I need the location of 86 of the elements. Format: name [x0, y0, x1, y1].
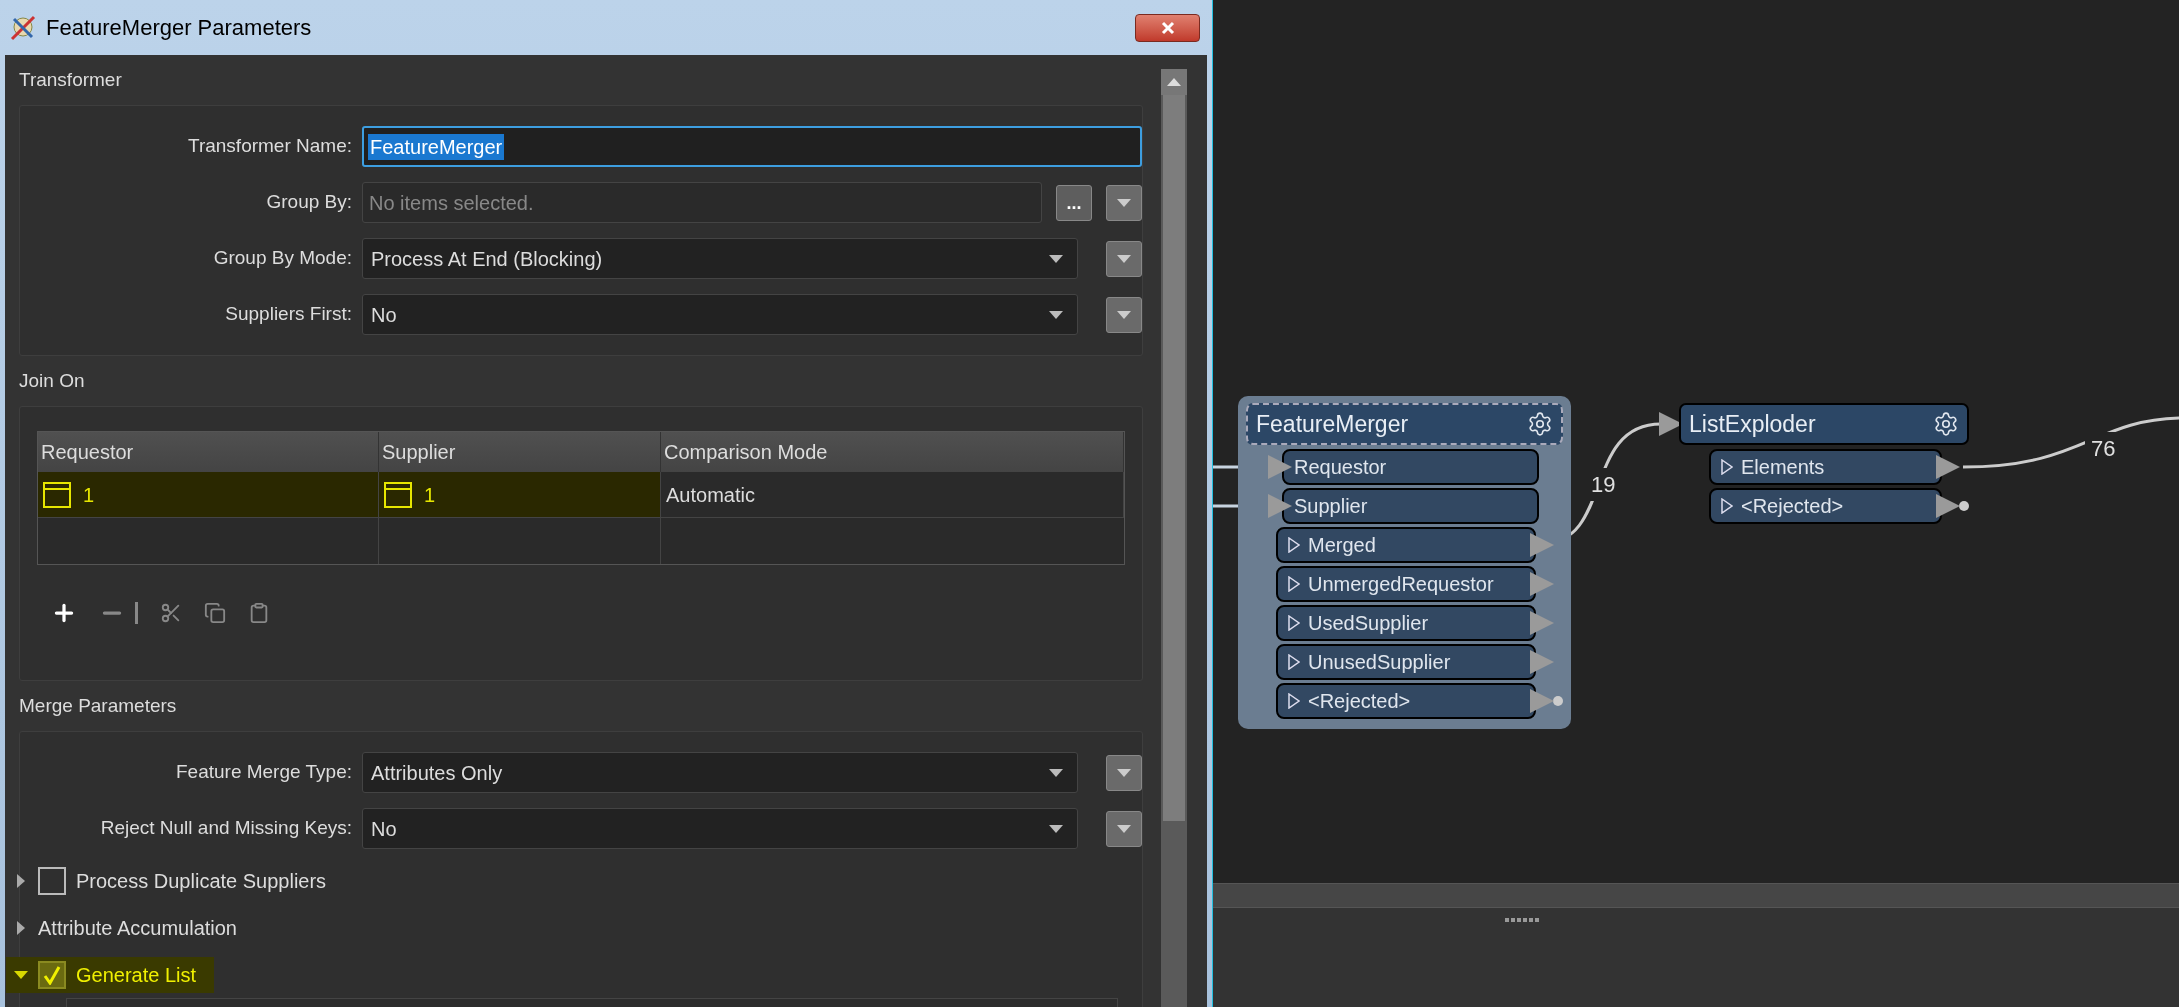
output-port[interactable]: <Rejected> [1709, 488, 1942, 524]
field-label: Transformer Name: [187, 134, 353, 159]
attribute-icon [384, 481, 412, 508]
output-port-arrow-icon [1530, 650, 1554, 674]
output-port[interactable]: Elements [1709, 449, 1942, 485]
collapsible-group-header[interactable]: Process Duplicate Suppliers [6, 862, 345, 899]
options-dropdown-button[interactable] [1106, 754, 1142, 791]
section-title: Merge Parameters [19, 693, 177, 718]
settings-icon[interactable] [1933, 411, 1959, 437]
input-port[interactable]: Supplier [1282, 488, 1539, 524]
play-outline-icon [1288, 537, 1300, 553]
dropdown-field[interactable]: No [362, 808, 1078, 849]
dropdown-caret-icon [1049, 310, 1063, 319]
field-label: Group By: [265, 190, 353, 215]
play-outline-icon [1288, 576, 1300, 592]
input-port-arrow-icon [1268, 455, 1292, 479]
input-port-arrow-icon [1268, 494, 1292, 518]
close-icon [1160, 20, 1175, 35]
options-dropdown-button[interactable] [1106, 240, 1142, 277]
column-header[interactable]: Requestor [38, 432, 379, 472]
output-port[interactable]: UsedSupplier [1276, 605, 1536, 641]
field-label: Suppliers First: [224, 302, 353, 327]
text-field[interactable]: FeatureMerger [362, 126, 1142, 167]
scrollbar[interactable] [1161, 69, 1187, 1007]
output-port-arrow-icon [1936, 494, 1960, 518]
dropdown-caret-icon [1049, 768, 1063, 777]
attribute-icon [43, 481, 71, 508]
options-dropdown-button[interactable] [1106, 296, 1142, 333]
output-port[interactable]: UnusedSupplier [1276, 644, 1536, 680]
output-port-arrow-icon [1936, 455, 1960, 479]
column-header[interactable]: Supplier [379, 432, 661, 472]
transformer-node[interactable]: FeatureMerger Requestor Supplier Merged UnmergedRequestor UsedSupplier UnusedSupplier <Rejected> [1238, 396, 1571, 729]
section-title: Join On [19, 368, 85, 393]
play-outline-icon [1288, 654, 1300, 670]
dropdown-caret-icon [1049, 254, 1063, 263]
caret-down-icon [1117, 198, 1131, 207]
caret-down-icon [1117, 824, 1131, 833]
close-button[interactable] [1135, 13, 1200, 42]
section-title: Transformer [19, 67, 122, 92]
table-cell: 1 [38, 472, 379, 518]
cut-button[interactable] [160, 601, 182, 624]
resize-grip-icon[interactable] [1505, 918, 1541, 923]
copy-button[interactable] [204, 601, 226, 624]
checkbox[interactable] [38, 960, 66, 989]
dropdown-field[interactable]: Process At End (Blocking) [362, 238, 1078, 279]
paste-button[interactable] [248, 601, 270, 624]
output-port[interactable]: UnmergedRequestor [1276, 566, 1536, 602]
browse-button[interactable]: ... [1056, 184, 1092, 221]
caret-down-icon [1117, 768, 1131, 777]
output-port-arrow-icon [1530, 533, 1554, 557]
table-cell: Automatic [661, 472, 1124, 518]
output-port[interactable]: <Rejected> [1276, 683, 1536, 719]
node-header[interactable]: ListExploder [1679, 403, 1969, 445]
caret-down-icon [1117, 254, 1131, 263]
collapsible-group-header[interactable]: Generate List [6, 956, 215, 993]
play-outline-icon [1721, 498, 1733, 514]
field-label: Reject Null and Missing Keys: [99, 816, 353, 841]
port-dot-icon [1959, 501, 1969, 511]
column-header[interactable]: Comparison Mode [661, 432, 1124, 472]
dropdown-field[interactable]: Attributes Only [362, 752, 1078, 793]
options-dropdown-button[interactable] [1106, 810, 1142, 847]
canvas-scrollbar[interactable] [1213, 883, 2179, 908]
dropdown-field[interactable]: No [362, 294, 1078, 335]
port-dot-icon [1553, 696, 1563, 706]
output-port[interactable]: Merged [1276, 527, 1536, 563]
window-title: FeatureMerger Parameters [46, 14, 313, 42]
output-port-arrow-icon [1530, 611, 1554, 635]
node-header[interactable]: FeatureMerger [1246, 403, 1563, 445]
output-port-arrow-icon [1530, 689, 1554, 713]
field-label: Group By Mode: [212, 246, 353, 271]
field-label: Feature Merge Type: [174, 760, 353, 785]
output-port-arrow-icon [1530, 572, 1554, 596]
input-port[interactable]: Requestor [1282, 449, 1539, 485]
play-outline-icon [1721, 459, 1733, 475]
checkbox[interactable] [38, 866, 66, 895]
play-outline-icon [1288, 615, 1300, 631]
caret-down-icon [1117, 310, 1131, 319]
settings-icon[interactable] [1527, 411, 1553, 437]
list-field[interactable]: No items selected. [362, 182, 1042, 223]
play-outline-icon [1288, 693, 1300, 709]
collapsible-group-header[interactable]: Attribute Accumulation [6, 909, 255, 946]
table-cell: 1 [379, 472, 661, 518]
transformer-node[interactable]: ListExploder Elements <Rejected> [1671, 396, 1977, 534]
options-dropdown-button[interactable] [1106, 184, 1142, 221]
dropdown-caret-icon [1049, 824, 1063, 833]
scroll-up-icon[interactable] [1167, 78, 1181, 86]
